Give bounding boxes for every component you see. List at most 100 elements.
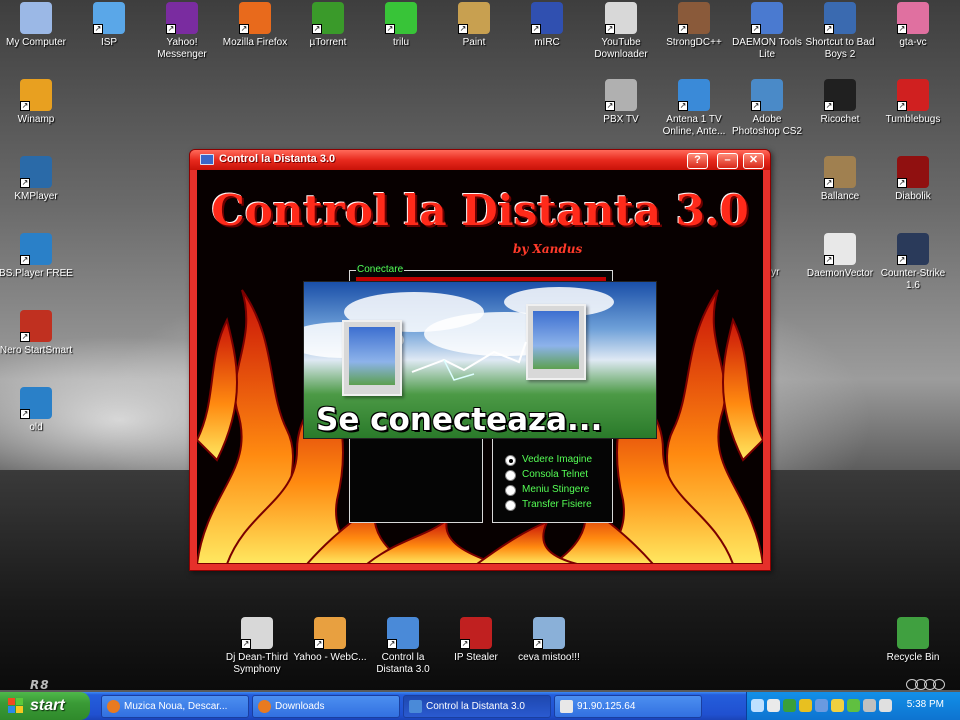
close-button[interactable]: ✕	[743, 153, 764, 169]
ricochet-icon: ↗	[824, 79, 856, 111]
radio-button[interactable]	[505, 485, 516, 496]
clock[interactable]: 5:38 PM	[907, 699, 944, 710]
shortcut-arrow-icon: ↗	[312, 24, 322, 34]
firefox-icon	[107, 700, 120, 713]
desktop-icon[interactable]: ↗ Adobe Photoshop CS2	[728, 79, 806, 138]
radio-button[interactable]	[505, 470, 516, 481]
app-heading: Control la Distanta 3.0	[211, 186, 749, 235]
desktop-icon[interactable]: ↗ Diabolik	[874, 156, 952, 203]
desktop-icon[interactable]: ↗ BS.Player FREE	[0, 233, 75, 280]
tumblebugs-icon: ↗	[897, 79, 929, 111]
youtube-downloader-icon: ↗	[605, 2, 637, 34]
desktop-icon[interactable]: ↗ Mozilla Firefox	[216, 2, 294, 49]
help-button[interactable]: ?	[687, 153, 708, 169]
ballance-icon: ↗	[824, 156, 856, 188]
desktop-icon-label: Paint	[462, 37, 486, 48]
desktop-icon-label: gta-vc	[899, 37, 927, 48]
desktop-icon[interactable]: ↗ Yahoo - WebC...	[291, 617, 369, 664]
desktop-icon[interactable]: ↗ gta-vc	[874, 2, 952, 49]
start-button[interactable]: start	[0, 692, 90, 720]
alien-icon: ↗	[385, 2, 417, 34]
desktop-icon-label: mIRC	[534, 37, 560, 48]
desktop-icon[interactable]: ↗ Antena 1 TV Online, Ante...	[655, 79, 733, 138]
taskbar-button-label: Control la Distanta 3.0	[426, 701, 525, 712]
bad-boys-icon: ↗	[824, 2, 856, 34]
flame-bottom-1	[365, 517, 498, 564]
connect-group-legend: Conectare	[356, 264, 405, 275]
shortcut-arrow-icon: ↗	[20, 101, 30, 111]
desktop-icon[interactable]: ↗ Winamp	[0, 79, 75, 126]
desktop-icon[interactable]: ↗ Dj Dean-Third Symphony	[218, 617, 296, 676]
window-titlebar[interactable]: Control la Distanta 3.0 ? – ✕	[190, 150, 770, 170]
desktop-icon[interactable]: ↗ Control la Distanta 3.0	[364, 617, 442, 676]
taskbar-button[interactable]: Control la Distanta 3.0	[403, 695, 551, 718]
shortcut-arrow-icon: ↗	[385, 24, 395, 34]
firefox-icon	[258, 700, 271, 713]
desktop-icon-label: Counter-Strike 1.6	[880, 268, 946, 291]
ip-stealer-icon: ↗	[460, 617, 492, 649]
shortcut-arrow-icon: ↗	[897, 255, 907, 265]
desktop-icon[interactable]: ↗ PBX TV	[582, 79, 660, 126]
option-label: Consola Telnet	[522, 469, 588, 480]
tray-nvidia-icon[interactable]	[847, 699, 860, 712]
shortcut-arrow-icon: ↗	[458, 24, 468, 34]
preview-panel	[349, 434, 483, 523]
desktop-icon[interactable]: ↗ ISP	[70, 2, 148, 49]
desktop-icon-label: Antena 1 TV Online, Ante...	[662, 114, 726, 137]
window-title: Control la Distanta 3.0	[219, 153, 336, 165]
network-icon: ↗	[93, 2, 125, 34]
desktop-icon-label: trilu	[392, 37, 410, 48]
desktop-icon[interactable]: ↗ Ricochet	[801, 79, 879, 126]
tray-volume-icon[interactable]	[767, 699, 780, 712]
pbx-tv-icon: ↗	[605, 79, 637, 111]
desktop-icon[interactable]: ↗ DAEMON Tools Lite	[728, 2, 806, 61]
desktop-icon[interactable]: My Computer	[0, 2, 75, 49]
tray-security-icon[interactable]	[831, 699, 844, 712]
tray-cd-icon[interactable]	[879, 699, 892, 712]
recycle-bin-icon	[897, 617, 929, 649]
desktop-icon[interactable]: ↗ DaemonVector	[801, 233, 879, 280]
monitor-icon: ↗	[387, 617, 419, 649]
desktop-icon[interactable]: ↗ Yahoo! Messenger	[143, 2, 221, 61]
shortcut-arrow-icon: ↗	[605, 24, 615, 34]
tray-daemon-icon[interactable]	[815, 699, 828, 712]
desktop-icon[interactable]: ↗ ceva mistoo!!!	[510, 617, 588, 664]
desktop-icon[interactable]: Recycle Bin	[874, 617, 952, 664]
desktop-icon[interactable]: ↗ Tumblebugs	[874, 79, 952, 126]
taskbar-button[interactable]: Downloads	[252, 695, 400, 718]
tray-speaker-icon[interactable]	[863, 699, 876, 712]
desktop-icon-label: Yahoo! Messenger	[157, 37, 207, 60]
radio-button[interactable]	[505, 455, 516, 466]
desktop-icon[interactable]: ↗ µTorrent	[289, 2, 367, 49]
desktop-icon[interactable]: ↗ YouTube Downloader	[582, 2, 660, 61]
start-label: start	[30, 697, 65, 714]
flame-right-3	[722, 317, 763, 462]
desktop-icon[interactable]: ↗ StrongDC++	[655, 2, 733, 49]
desktop-icon[interactable]: ↗ trilu	[362, 2, 440, 49]
desktop-icon[interactable]: ↗ Nero StartSmart	[0, 310, 75, 357]
desktop-icon[interactable]: ↗ old	[0, 387, 75, 434]
desktop-icon[interactable]: ↗ IP Stealer	[437, 617, 515, 664]
shortcut-arrow-icon: ↗	[605, 101, 615, 111]
desktop-icon-label: Nero StartSmart	[0, 345, 73, 356]
tray-yahoo-icon[interactable]	[799, 699, 812, 712]
ie-icon: ↗	[678, 79, 710, 111]
photoshop-icon: ↗	[751, 79, 783, 111]
desktop-icon[interactable]: ↗ Shortcut to Bad Boys 2	[801, 2, 879, 61]
tray-network-icon[interactable]	[751, 699, 764, 712]
desktop-icon[interactable]: ↗ Paint	[435, 2, 513, 49]
desktop-icon-label: Recycle Bin	[886, 652, 940, 663]
desktop-icon[interactable]: ↗ KMPlayer	[0, 156, 75, 203]
minimize-button[interactable]: –	[717, 153, 738, 169]
shortcut-arrow-icon: ↗	[751, 24, 761, 34]
audi-rings-logo	[906, 679, 946, 690]
taskbar-button[interactable]: Muzica Noua, Descar...	[101, 695, 249, 718]
monitor-icon	[409, 700, 422, 713]
desktop-icon[interactable]: ↗ Counter-Strike 1.6	[874, 233, 952, 292]
radio-button[interactable]	[505, 500, 516, 511]
desktop-icon[interactable]: ↗ mIRC	[508, 2, 586, 49]
desktop-icon-label: Yahoo - WebC...	[293, 652, 367, 663]
tray-utorrent-icon[interactable]	[783, 699, 796, 712]
desktop-icon[interactable]: ↗ Ballance	[801, 156, 879, 203]
taskbar-button[interactable]: 91.90.125.64	[554, 695, 702, 718]
